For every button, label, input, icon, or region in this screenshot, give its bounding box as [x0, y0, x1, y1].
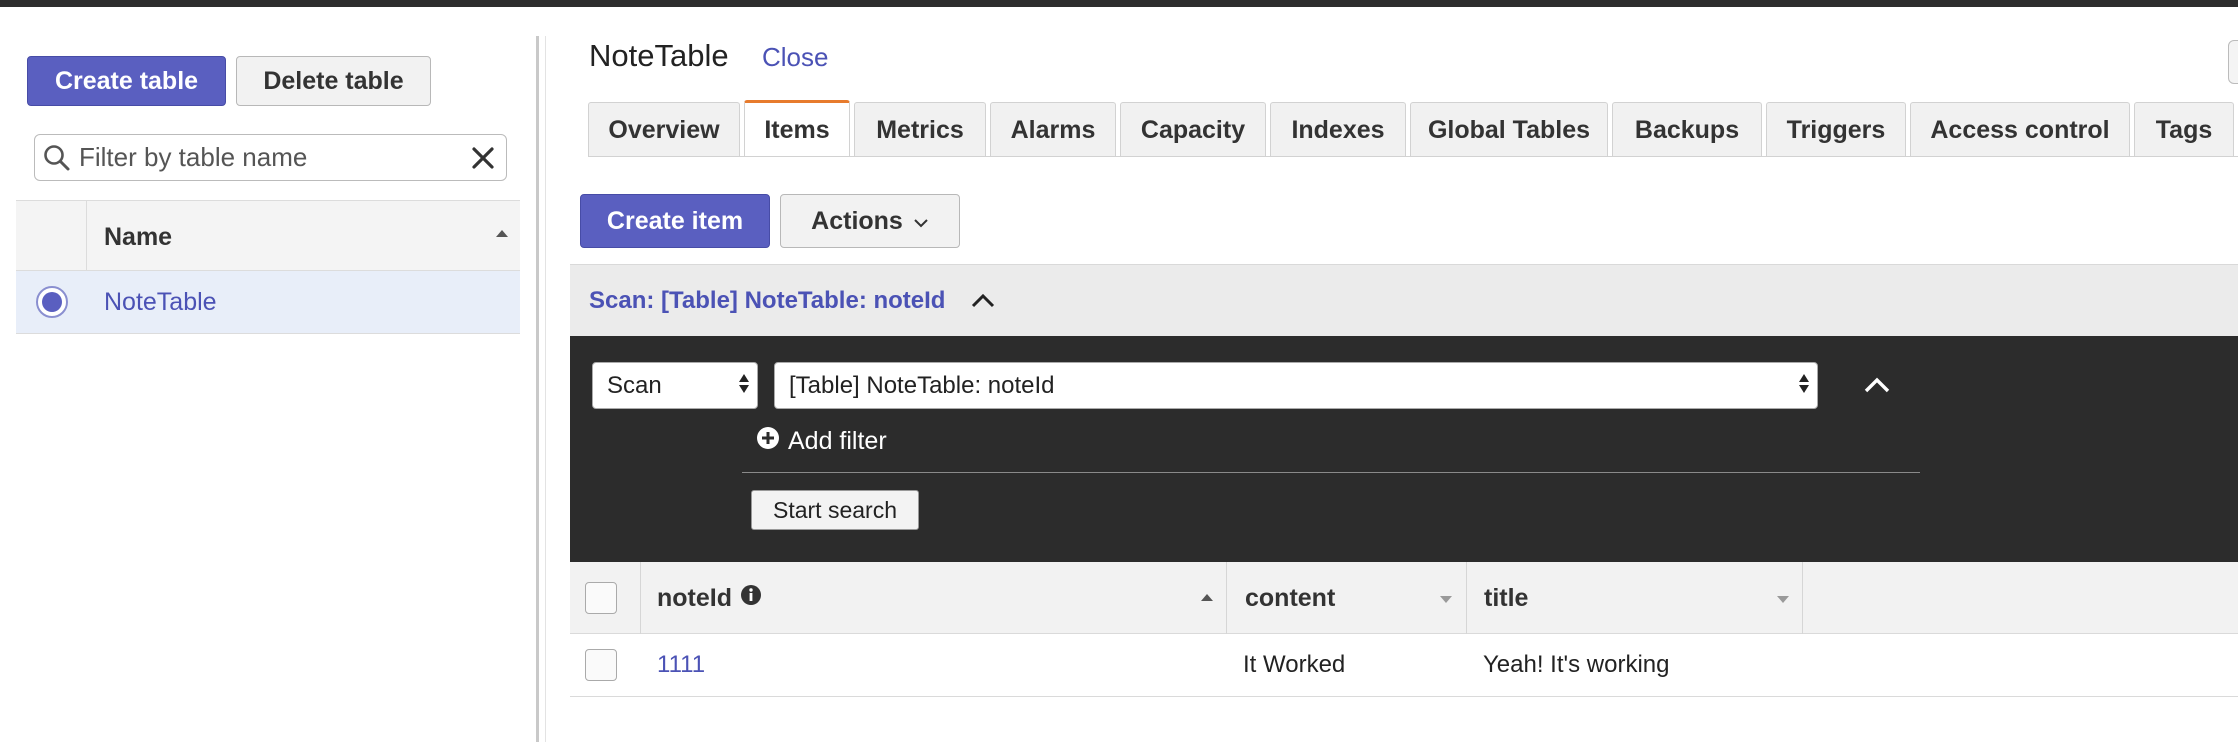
select-arrows-icon: [739, 374, 749, 393]
detail-tabs: Overview Items Metrics Alarms Capacity I…: [588, 100, 2238, 157]
column-divider: [86, 201, 87, 271]
add-filter-label: Add filter: [788, 427, 887, 455]
plus-circle-icon: [756, 426, 780, 457]
clear-icon[interactable]: [460, 136, 506, 180]
sort-asc-icon[interactable]: [496, 230, 508, 237]
noteid-cell[interactable]: 1111: [657, 651, 705, 679]
tab-capacity[interactable]: Capacity: [1120, 102, 1266, 157]
search-icon: [35, 136, 79, 180]
table-list-header: Name: [16, 200, 520, 271]
tab-global-tables[interactable]: Global Tables: [1410, 102, 1608, 157]
name-column-header[interactable]: Name: [104, 223, 172, 252]
actions-dropdown[interactable]: Actions: [780, 194, 960, 248]
column-divider: [1466, 562, 1467, 634]
tab-access-control[interactable]: Access control: [1910, 102, 2130, 157]
noteid-header-label: noteId: [657, 584, 732, 612]
close-link[interactable]: Close: [762, 42, 828, 73]
start-search-button[interactable]: Start search: [751, 490, 919, 530]
tab-backups[interactable]: Backups: [1612, 102, 1762, 157]
create-item-button[interactable]: Create item: [580, 194, 770, 248]
add-filter-button[interactable]: Add filter: [756, 426, 887, 457]
table-name-link[interactable]: NoteTable: [104, 288, 217, 317]
target-index-select[interactable]: [Table] NoteTable: noteId: [774, 362, 1818, 409]
column-divider: [1226, 562, 1227, 634]
operation-select-value: Scan: [607, 371, 662, 399]
column-header-content[interactable]: content: [1245, 584, 1335, 613]
sort-desc-icon[interactable]: [1440, 596, 1452, 603]
items-grid-header: noteId content title: [570, 562, 2238, 634]
tab-alarms[interactable]: Alarms: [990, 102, 1116, 157]
delete-table-button[interactable]: Delete table: [236, 56, 431, 106]
tab-triggers[interactable]: Triggers: [1766, 102, 1906, 157]
tabs-baseline: [588, 156, 2238, 157]
chevron-down-icon: [913, 207, 929, 236]
panel-splitter-shadow: [545, 36, 546, 742]
column-header-title[interactable]: title: [1484, 584, 1528, 613]
column-header-noteid[interactable]: noteId: [657, 584, 762, 613]
row-checkbox[interactable]: [585, 649, 617, 681]
content-cell: It Worked: [1243, 651, 1346, 678]
operation-select[interactable]: Scan: [592, 362, 758, 409]
sort-desc-icon[interactable]: [1777, 596, 1789, 603]
select-arrows-icon: [1799, 374, 1809, 393]
panel-splitter[interactable]: [536, 36, 539, 742]
table-select-radio[interactable]: [36, 286, 68, 318]
filter-divider: [742, 472, 1920, 473]
scan-summary-bar[interactable]: Scan: [Table] NoteTable: noteId: [570, 264, 2238, 336]
title-cell: Yeah! It's working: [1483, 651, 1670, 678]
tab-metrics[interactable]: Metrics: [854, 102, 986, 157]
target-index-select-value: [Table] NoteTable: noteId: [789, 371, 1055, 399]
column-divider: [1802, 562, 1803, 634]
tab-indexes[interactable]: Indexes: [1270, 102, 1406, 157]
table-title: NoteTable: [589, 38, 729, 73]
sort-asc-icon[interactable]: [1201, 594, 1213, 601]
tab-overview[interactable]: Overview: [588, 102, 740, 157]
panel-toggle-button[interactable]: [2228, 40, 2238, 84]
create-table-button[interactable]: Create table: [27, 56, 226, 106]
table-filter-input[interactable]: Filter by table name: [34, 134, 507, 181]
chevron-up-icon[interactable]: [1863, 375, 1891, 400]
table-row[interactable]: 1111 It Worked Yeah! It's working: [570, 634, 2238, 697]
table-list-item[interactable]: NoteTable: [16, 271, 520, 334]
window-top-border: [0, 0, 2238, 7]
tab-tags[interactable]: Tags: [2134, 102, 2234, 157]
info-icon[interactable]: [740, 584, 762, 613]
actions-label: Actions: [811, 206, 903, 235]
scan-summary-text[interactable]: Scan: [Table] NoteTable: noteId: [589, 287, 945, 315]
chevron-up-icon[interactable]: [970, 291, 996, 314]
table-filter-placeholder: Filter by table name: [79, 142, 308, 172]
select-all-checkbox[interactable]: [585, 582, 617, 614]
tab-items[interactable]: Items: [744, 100, 850, 157]
column-divider: [640, 562, 641, 634]
